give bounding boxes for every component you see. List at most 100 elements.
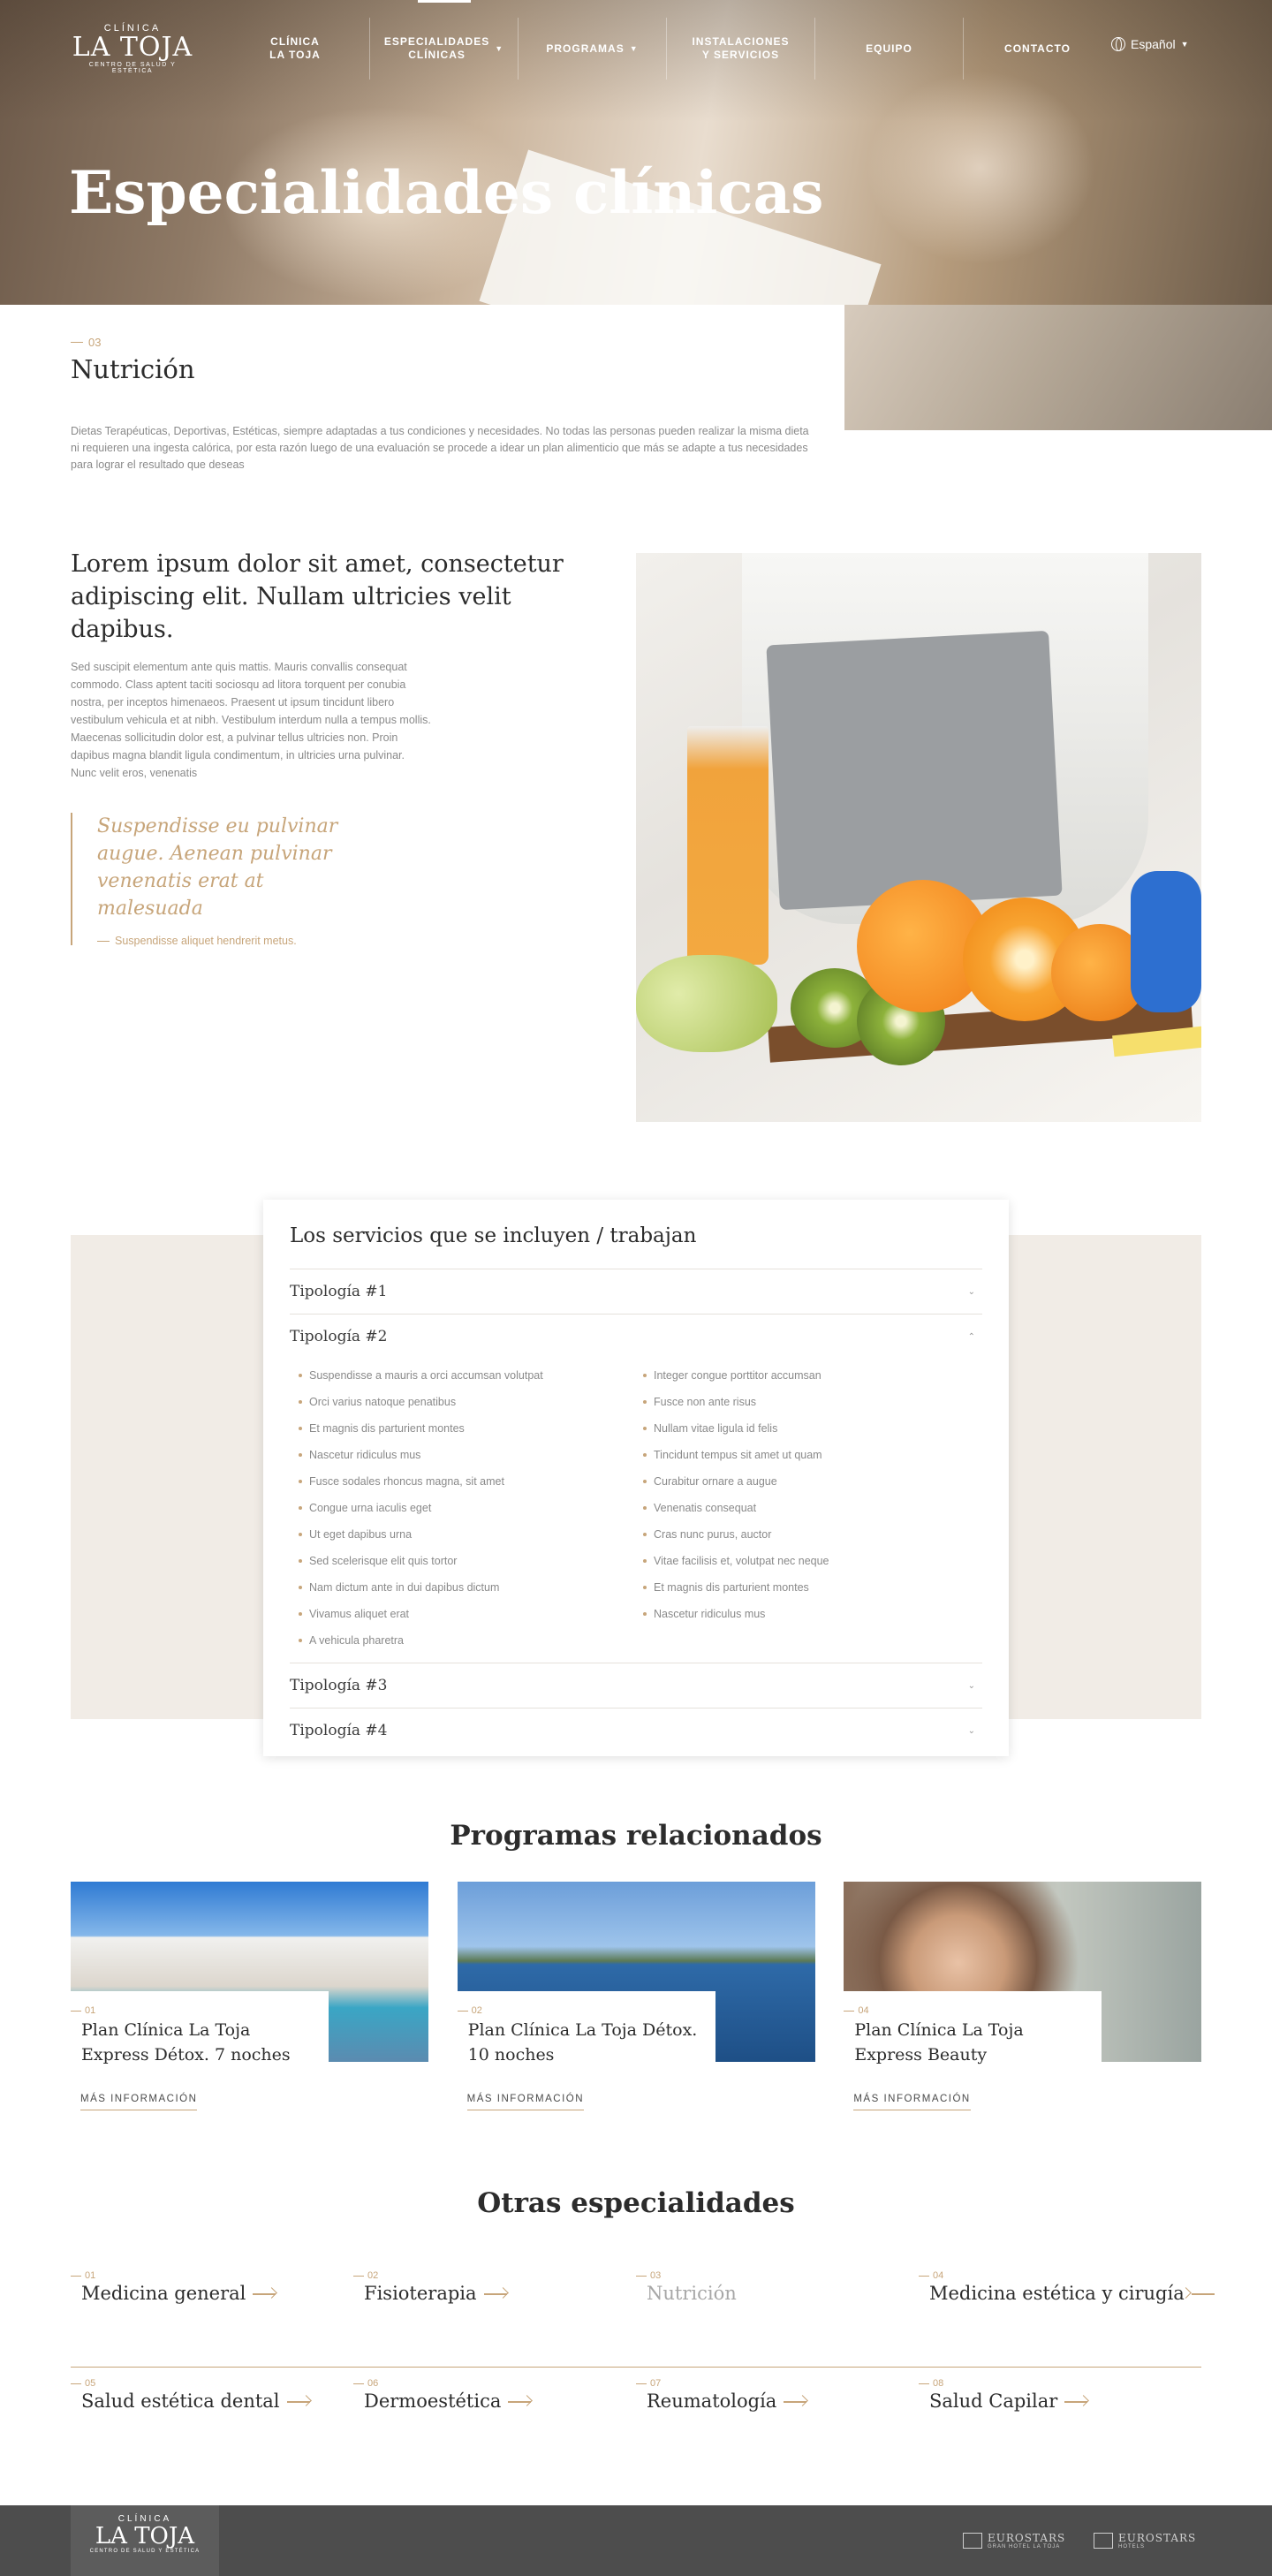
logo-bottom: CENTRO DE SALUD Y ESTÉTICA xyxy=(89,2549,201,2554)
more-info-link[interactable]: MÁS INFORMACIÓN xyxy=(466,2094,585,2110)
quote-text: Suspendisse eu pulvinar augue. Aenean pu… xyxy=(97,815,338,920)
related-programs: 01 Plan Clínica La Toja Express Détox. 7… xyxy=(71,1882,1202,2120)
section-title: Nutrición xyxy=(71,354,195,384)
accordion-header[interactable]: Tipología #2 ⌃ xyxy=(290,1315,982,1359)
program-title: Plan Clínica La Toja Express Beauty xyxy=(854,2020,1024,2065)
arrow-right-icon xyxy=(508,2396,533,2406)
speciality-name: Reumatología xyxy=(647,2390,908,2412)
nav-item-instalaciones[interactable]: INSTALACIONES Y SERVICIOS xyxy=(666,18,814,80)
juice-glass xyxy=(687,726,768,965)
logo-main: LA TOJA xyxy=(72,32,193,63)
language-label: Español xyxy=(1131,37,1176,51)
clipboard xyxy=(766,630,1063,911)
nav-item-clinica[interactable]: CLÍNICA LA TOJA xyxy=(221,18,369,80)
speciality-link[interactable]: 06 Dermoestética xyxy=(353,2368,636,2465)
speciality-number: 04 xyxy=(919,2270,1191,2281)
list-item: Et magnis dis parturient montes xyxy=(290,1415,634,1442)
accordion-item: Tipología #3 ⌄ xyxy=(290,1663,982,1708)
list-item: Vitae facilisis et, volutpat nec neque xyxy=(634,1548,979,1574)
globe-icon xyxy=(1111,37,1125,51)
footer: CLÍNICA LA TOJA CENTRO DE SALUD Y ESTÉTI… xyxy=(0,2505,1272,2576)
nav-item-contacto[interactable]: CONTACTO xyxy=(963,18,1111,80)
arrow-right-icon xyxy=(483,2288,509,2299)
speciality-name: Salud Capilar xyxy=(929,2390,1191,2412)
speciality-label: Medicina general xyxy=(81,2283,246,2304)
brand-logo-eurostars-gran-hotel[interactable]: EUROSTARS GRAN HOTEL LA TOJA xyxy=(963,2532,1065,2549)
hero: CLÍNICA LA TOJA CENTRO DE SALUD Y ESTÉTI… xyxy=(0,0,1272,430)
nav-item-programas[interactable]: PROGRAMAS ▼ xyxy=(518,18,666,80)
site-logo[interactable]: CLÍNICA LA TOJA CENTRO DE SALUD Y ESTÉTI… xyxy=(71,23,194,74)
speciality-name: Dermoestética xyxy=(364,2390,625,2412)
speciality-label: Nutrición xyxy=(647,2283,737,2304)
grapes xyxy=(636,955,777,1052)
brand-logo-eurostars-hotels[interactable]: EUROSTARS HOTELS xyxy=(1094,2532,1196,2549)
accordion-header[interactable]: Tipología #3 ⌄ xyxy=(290,1663,982,1708)
program-number: 04 xyxy=(844,2005,1091,2016)
speciality-link[interactable]: 05 Salud estética dental xyxy=(71,2368,353,2465)
accordion-header[interactable]: Tipología #4 ⌄ xyxy=(290,1708,982,1753)
speciality-name: Medicina estética y cirugía xyxy=(929,2283,1215,2304)
list-item: Sed scelerisque elit quis tortor xyxy=(290,1548,634,1574)
list-item: Congue urna iaculis eget xyxy=(290,1495,634,1521)
speciality-row: 01 Medicina general 02 Fisioterapia 03 N… xyxy=(71,2270,1215,2368)
nav-item-especialidades[interactable]: ESPECIALIDADES CLÍNICAS ▼ xyxy=(369,0,518,80)
program-card[interactable]: 02 Plan Clínica La Toja Détox. 10 noches… xyxy=(457,1882,815,2120)
brand-sub: GRAN HOTEL LA TOJA xyxy=(988,2544,1061,2549)
more-info-link[interactable]: MÁS INFORMACIÓN xyxy=(853,2094,971,2110)
more-info-link[interactable]: MÁS INFORMACIÓN xyxy=(80,2094,198,2110)
accordion-item: Tipología #4 ⌄ xyxy=(290,1708,982,1753)
accordion-label: Tipología #2 xyxy=(290,1328,388,1345)
accordion-item: Tipología #2 ⌃ Suspendisse a mauris a or… xyxy=(290,1314,982,1663)
speciality-number: 08 xyxy=(919,2378,1191,2389)
list-item: Fusce sodales rhoncus magna, sit amet xyxy=(290,1468,634,1495)
list-item: Et magnis dis parturient montes xyxy=(634,1574,979,1601)
accordion-body: Suspendisse a mauris a orci accumsan vol… xyxy=(290,1359,982,1663)
speciality-link[interactable]: 01 Medicina general xyxy=(71,2270,353,2367)
speciality-number: 03 xyxy=(636,2270,908,2281)
nav-item-equipo[interactable]: EQUIPO xyxy=(814,18,963,80)
accordion-header[interactable]: Tipología #1 ⌄ xyxy=(290,1269,982,1314)
eurostars-mark-icon xyxy=(1094,2533,1113,2549)
list-item: Cras nunc purus, auctor xyxy=(634,1521,979,1548)
program-number: 02 xyxy=(458,2005,705,2016)
services-list-right: Integer congue porttitor accumsan Fusce … xyxy=(634,1362,979,1654)
program-card[interactable]: 01 Plan Clínica La Toja Express Détox. 7… xyxy=(71,1882,428,2120)
brand-text: EUROSTARS HOTELS xyxy=(1118,2532,1196,2549)
feature-section: Lorem ipsum dolor sit amet, consectetur … xyxy=(0,548,1272,1122)
speciality-label: Salud estética dental xyxy=(81,2390,280,2412)
speciality-number: 06 xyxy=(353,2378,625,2389)
services-title: Los servicios que se incluyen / trabajan xyxy=(290,1224,697,1247)
intro-section: 03 Nutrición Dietas Terapéuticas, Deport… xyxy=(0,305,844,508)
services-panel: Los servicios que se incluyen / trabajan… xyxy=(263,1200,1009,1756)
nutrition-image xyxy=(636,553,1201,1122)
eurostars-mark-icon xyxy=(963,2533,982,2549)
list-item: Nam dictum ante in dui dapibus dictum xyxy=(290,1574,634,1601)
speciality-link[interactable]: 07 Reumatología xyxy=(636,2368,919,2465)
brand-sub: HOTELS xyxy=(1118,2544,1146,2549)
page-title: Especialidades clínicas xyxy=(69,158,824,227)
feature-title: Lorem ipsum dolor sit amet, consectetur … xyxy=(71,550,564,643)
chevron-down-icon: ▼ xyxy=(629,43,639,53)
language-selector[interactable]: Español ▼ xyxy=(1111,37,1189,51)
speciality-number: 02 xyxy=(353,2270,625,2281)
speciality-name: Nutrición xyxy=(647,2283,908,2304)
speciality-link[interactable]: 02 Fisioterapia xyxy=(353,2270,636,2367)
speciality-name: Salud estética dental xyxy=(81,2390,343,2412)
program-card[interactable]: 04 Plan Clínica La Toja Express Beauty M… xyxy=(844,1882,1202,2120)
list-item: Orci varius natoque penatibus xyxy=(290,1389,634,1415)
speciality-number: 01 xyxy=(71,2270,343,2281)
brand-name: EUROSTARS xyxy=(988,2532,1066,2544)
logo-main: LA TOJA xyxy=(95,2523,195,2549)
list-item: Venenatis consequat xyxy=(634,1495,979,1521)
speciality-link[interactable]: 04 Medicina estética y cirugía xyxy=(919,2270,1215,2367)
chevron-up-icon: ⌃ xyxy=(967,1331,975,1342)
footer-logo[interactable]: CLÍNICA LA TOJA CENTRO DE SALUD Y ESTÉTI… xyxy=(71,2505,219,2576)
speciality-current: 03 Nutrición xyxy=(636,2270,919,2367)
other-title: Otras especialidades xyxy=(477,2187,795,2219)
speciality-number: 05 xyxy=(71,2378,343,2389)
other-specialities: 01 Medicina general 02 Fisioterapia 03 N… xyxy=(71,2270,1215,2465)
speciality-link[interactable]: 08 Salud Capilar xyxy=(919,2368,1201,2465)
speciality-label: Dermoestética xyxy=(364,2390,502,2412)
chevron-down-icon: ▼ xyxy=(495,43,504,53)
nav-label: CONTACTO xyxy=(1004,42,1071,55)
